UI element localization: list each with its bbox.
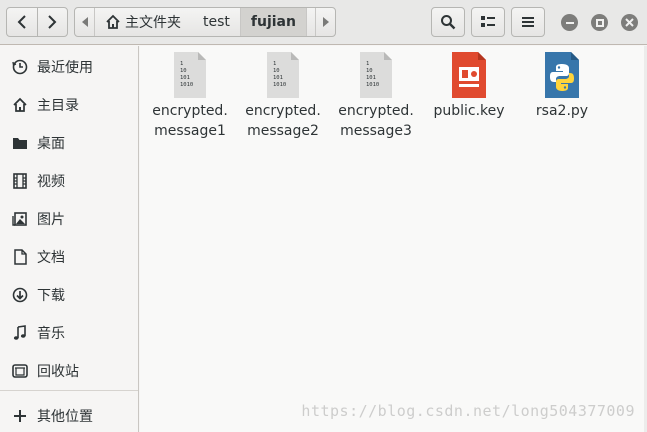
file-name: encrypted. message2 [245, 103, 321, 139]
sidebar-item-label: 主目录 [37, 98, 79, 114]
file-item[interactable]: 1 10 101 1010 encrypted. message3 [331, 51, 421, 141]
sidebar-separator [0, 390, 138, 391]
svg-text:1: 1 [366, 61, 369, 67]
binary-file-icon: 1 10 101 1010 [352, 51, 400, 99]
chevron-right-icon [48, 15, 57, 29]
sidebar-item-label: 其他位置 [37, 409, 93, 425]
search-button[interactable] [431, 7, 465, 37]
presentation-file-icon [445, 51, 493, 99]
file-item[interactable]: 1 10 101 1010 encrypted. message2 [238, 51, 328, 141]
forward-button[interactable] [38, 8, 68, 36]
python-file-icon [538, 51, 586, 99]
sidebar-item-documents[interactable]: 文档 [0, 238, 138, 276]
sidebar-item-label: 桌面 [37, 136, 65, 152]
sidebar-item-home[interactable]: 主目录 [0, 86, 138, 124]
header-bar: 主文件夹 test fujian [0, 0, 647, 45]
path-scroll-right-button[interactable] [315, 8, 335, 36]
sidebar-item-label: 回收站 [37, 364, 79, 380]
watermark: https://blog.csdn.net/long504377009 [301, 402, 635, 420]
file-item[interactable]: public.key [424, 51, 514, 121]
search-icon [441, 15, 456, 30]
breadcrumb-home-label: 主文件夹 [125, 15, 181, 31]
close-icon [625, 18, 634, 27]
file-item[interactable]: 1 10 101 1010 encrypted. message1 [145, 51, 235, 141]
plus-icon [11, 407, 29, 425]
sidebar-item-desktop[interactable]: 桌面 [0, 124, 138, 162]
home-icon [106, 14, 120, 29]
svg-text:1: 1 [180, 61, 183, 67]
svg-text:1010: 1010 [273, 82, 286, 88]
triangle-left-icon [81, 17, 88, 27]
file-manager-window: 主文件夹 test fujian 最近使用 主目录 桌面 视频 图片 文档 下载… [0, 0, 647, 432]
breadcrumb-fujian-label: fujian [250, 14, 296, 30]
svg-text:10: 10 [273, 68, 280, 74]
close-button[interactable] [621, 14, 638, 31]
file-item[interactable]: rsa2.py [517, 51, 607, 121]
back-button[interactable] [7, 8, 38, 36]
breadcrumb-test-label: test [203, 14, 230, 30]
svg-text:10: 10 [180, 68, 187, 74]
file-name: public.key [433, 103, 505, 119]
svg-text:101: 101 [180, 75, 190, 81]
sidebar-item-videos[interactable]: 视频 [0, 162, 138, 200]
binary-file-icon: 1 10 101 1010 [259, 51, 307, 99]
svg-text:101: 101 [366, 75, 376, 81]
view-mode-button[interactable] [471, 7, 505, 37]
breadcrumb-home[interactable]: 主文件夹 [95, 8, 193, 36]
sidebar: 最近使用 主目录 桌面 视频 图片 文档 下载 音乐 回收站 其他位置 [0, 46, 139, 432]
grid-view-icon [481, 16, 495, 27]
file-name: encrypted. message1 [152, 103, 228, 139]
minimize-icon [565, 21, 574, 24]
file-name: rsa2.py [535, 103, 589, 119]
navigation-buttons [6, 7, 68, 37]
svg-text:1010: 1010 [180, 82, 193, 88]
sidebar-item-label: 下载 [37, 288, 65, 304]
menu-button[interactable] [511, 7, 545, 37]
image-icon [11, 210, 29, 228]
breadcrumb-fujian[interactable]: fujian [239, 8, 307, 36]
sidebar-item-label: 图片 [37, 212, 65, 228]
file-view: 1 10 101 1010 encrypted. message1 1 10 10… [140, 46, 647, 432]
home-icon [11, 96, 29, 114]
svg-text:1010: 1010 [366, 82, 379, 88]
sidebar-item-label: 文档 [37, 250, 65, 266]
maximize-button[interactable] [591, 14, 608, 31]
film-icon [11, 172, 29, 190]
sidebar-item-label: 视频 [37, 174, 65, 190]
download-icon [11, 286, 29, 304]
sidebar-item-label: 音乐 [37, 326, 65, 342]
path-scroll-left-button[interactable] [75, 8, 95, 36]
svg-text:1: 1 [273, 61, 276, 67]
sidebar-item-music[interactable]: 音乐 [0, 314, 138, 352]
chevron-left-icon [17, 15, 26, 29]
svg-text:101: 101 [273, 75, 283, 81]
file-name: encrypted. message3 [338, 103, 414, 139]
sidebar-item-pictures[interactable]: 图片 [0, 200, 138, 238]
triangle-right-icon [322, 17, 329, 27]
binary-file-icon: 1 10 101 1010 [166, 51, 214, 99]
minimize-button[interactable] [561, 14, 578, 31]
breadcrumb-test[interactable]: test [193, 8, 240, 36]
sidebar-item-label: 最近使用 [37, 60, 93, 76]
trash-icon [11, 362, 29, 380]
sidebar-item-recent[interactable]: 最近使用 [0, 48, 138, 86]
hamburger-menu-icon [522, 17, 534, 27]
maximize-icon [595, 18, 604, 27]
document-icon [11, 248, 29, 266]
sidebar-item-other-locations[interactable]: 其他位置 [0, 397, 138, 432]
folder-icon [11, 134, 29, 152]
sidebar-item-downloads[interactable]: 下载 [0, 276, 138, 314]
sidebar-item-trash[interactable]: 回收站 [0, 352, 138, 390]
clock-icon [11, 58, 29, 76]
path-bar: 主文件夹 test fujian [74, 7, 336, 37]
svg-text:10: 10 [366, 68, 373, 74]
music-icon [11, 324, 29, 342]
